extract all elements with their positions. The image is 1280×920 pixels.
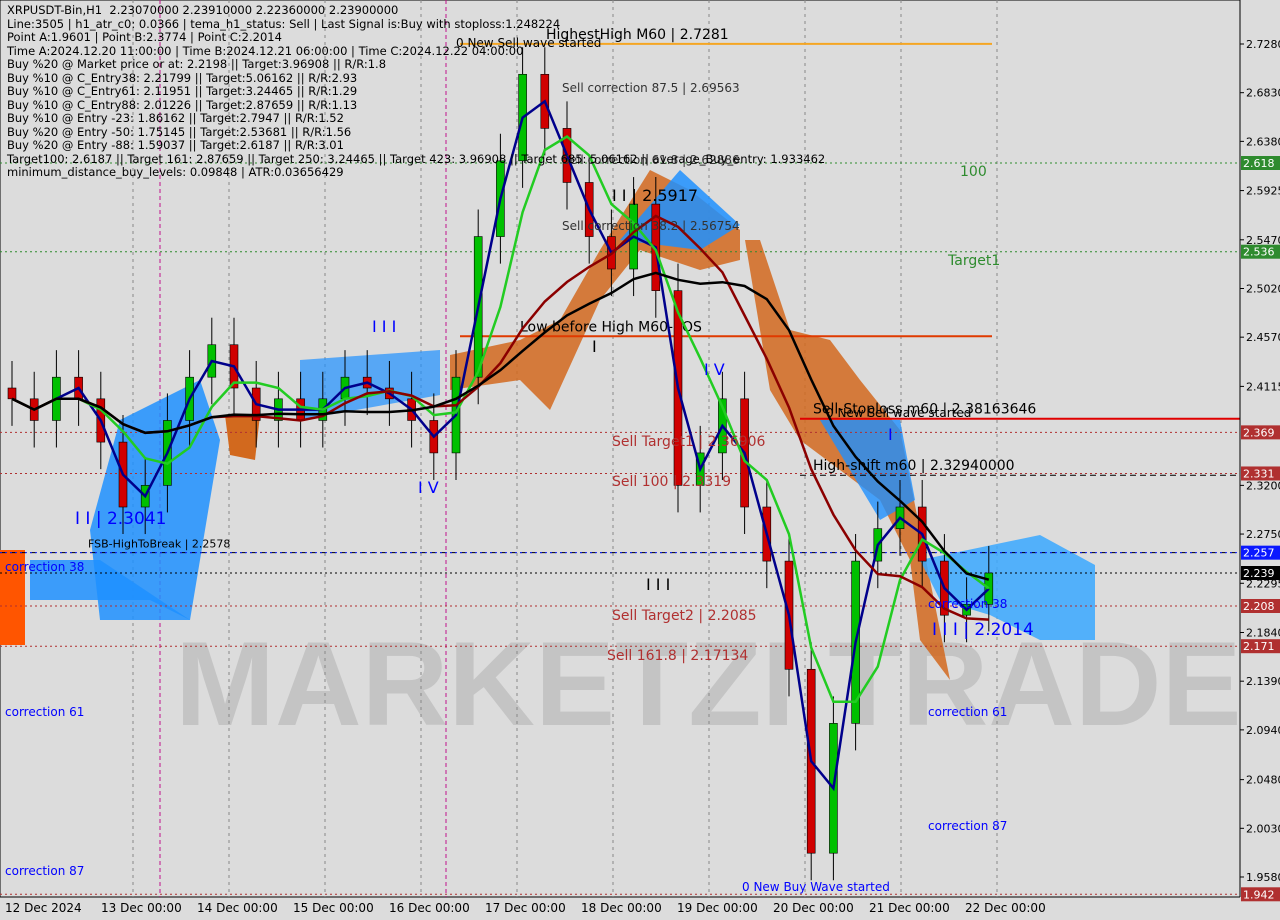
info-line: Time A:2024.12.20 11:00:00 | Time B:2024… bbox=[7, 43, 524, 58]
y-tick-label: 2.0940 bbox=[1246, 724, 1280, 737]
price-badge-label: 2.369 bbox=[1243, 426, 1275, 439]
wave-label: I V bbox=[704, 360, 725, 379]
ichimoku-cloud bbox=[225, 415, 260, 460]
price-badge-label: 2.257 bbox=[1243, 547, 1275, 560]
chart-annotation: 0 New Buy Wave started bbox=[742, 880, 890, 894]
x-tick-label: 16 Dec 00:00 bbox=[389, 901, 470, 915]
info-line: Buy %20 @ Entry -88: 1.59037 || Target:2… bbox=[7, 138, 344, 152]
chart-annotation: I I | 2.3041 bbox=[75, 509, 166, 529]
x-tick-label: 18 Dec 00:00 bbox=[581, 901, 662, 915]
chart-annotation: Sell Target1 | 2.36906 bbox=[612, 434, 766, 450]
info-line: Buy %20 @ Market price or at: 2.2198 || … bbox=[7, 57, 387, 71]
y-tick-label: 2.5020 bbox=[1246, 282, 1280, 295]
chart-annotation: I I I | 2.2014 bbox=[932, 620, 1034, 640]
price-badge-label: 2.208 bbox=[1243, 600, 1275, 613]
chart-annotation: correction 38 bbox=[5, 560, 84, 574]
chart-annotation: Target1 bbox=[947, 253, 1000, 269]
candle-body bbox=[7, 387, 17, 400]
info-line: Target100: 2.6187 || Target 161: 2.87659… bbox=[7, 151, 826, 166]
price-badge-label: 2.536 bbox=[1243, 246, 1275, 259]
price-badge-label: 2.171 bbox=[1243, 640, 1275, 653]
x-tick-label: 12 Dec 2024 bbox=[5, 901, 82, 915]
chart-annotation: correction 61 bbox=[928, 705, 1007, 719]
chart-annotation: correction 61 bbox=[5, 705, 84, 719]
y-tick-label: 2.4570 bbox=[1246, 331, 1280, 344]
info-line: Buy %10 @ C_Entry61: 2.11951 || Target:3… bbox=[7, 84, 358, 98]
y-tick-label: 1.9580 bbox=[1246, 871, 1280, 884]
y-tick-label: 2.5925 bbox=[1246, 185, 1280, 198]
level-label: FSB-HighToBreak | 2.2578 bbox=[88, 538, 230, 551]
chart-annotation: I I | 2.5917 bbox=[612, 186, 698, 205]
chart-annotation: Sell 161.8 | 2.17134 bbox=[607, 648, 748, 664]
info-line: minimum_distance_buy_levels: 0.09848 | A… bbox=[7, 165, 344, 179]
y-tick-label: 2.1390 bbox=[1246, 675, 1280, 688]
wave-label: I V bbox=[418, 478, 439, 497]
chart-annotation: 0 New Sell wave started bbox=[826, 406, 971, 420]
chart-annotation: correction 87 bbox=[5, 864, 84, 878]
info-line: Buy %10 @ C_Entry38: 2.21799 || Target:5… bbox=[7, 70, 358, 85]
info-line: Buy %10 @ Entry -23: 1.86162 || Target:2… bbox=[7, 111, 344, 125]
x-tick-label: 19 Dec 00:00 bbox=[677, 901, 758, 915]
chart-annotation: Sell 100 | 2.3319 bbox=[612, 474, 731, 490]
x-tick-label: 14 Dec 00:00 bbox=[197, 901, 278, 915]
y-tick-label: 2.7280 bbox=[1246, 38, 1280, 51]
price-badge-label: 1.942 bbox=[1243, 888, 1275, 901]
info-line: Line:3505 | h1_atr_c0: 0.0366 | tema_h1_… bbox=[7, 16, 561, 31]
y-tick-label: 2.2750 bbox=[1246, 528, 1280, 541]
price-badge-label: 2.239 bbox=[1243, 567, 1275, 580]
price-badge-label: 2.331 bbox=[1243, 467, 1275, 480]
info-line: Buy %20 @ Entry -50: 1.75145 || Target:2… bbox=[7, 124, 352, 139]
x-tick-label: 20 Dec 00:00 bbox=[773, 901, 854, 915]
info-line: Buy %10 @ C_Entry88: 2.01226 || Target:2… bbox=[7, 97, 358, 112]
chart-annotation: 100 bbox=[960, 164, 987, 180]
wave-label: I bbox=[592, 337, 597, 356]
wave-label: I bbox=[888, 425, 893, 444]
chart-annotation: Sell correction 38.2 | 2.56754 bbox=[562, 219, 740, 233]
info-line: Point A:1.9601 | Point B:2.3774 | Point … bbox=[7, 30, 282, 44]
x-tick-label: 21 Dec 00:00 bbox=[869, 901, 950, 915]
y-tick-label: 2.1840 bbox=[1246, 626, 1280, 639]
wave-label: I I I bbox=[646, 575, 670, 594]
y-tick-label: 2.3200 bbox=[1246, 479, 1280, 492]
y-tick-label: 2.0480 bbox=[1246, 774, 1280, 787]
chart-annotation: Sell Target2 | 2.2085 bbox=[612, 608, 757, 624]
y-tick-label: 2.6830 bbox=[1246, 87, 1280, 100]
x-tick-label: 22 Dec 00:00 bbox=[965, 901, 1046, 915]
x-tick-label: 15 Dec 00:00 bbox=[293, 901, 374, 915]
price-badge-label: 2.618 bbox=[1243, 157, 1275, 170]
y-tick-label: 2.0030 bbox=[1246, 822, 1280, 835]
wave-label: I I I bbox=[372, 317, 396, 336]
info-line: XRPUSDT-Bin,H1 2.23070000 2.23910000 2.2… bbox=[7, 3, 399, 17]
x-tick-label: 17 Dec 00:00 bbox=[485, 901, 566, 915]
chart-annotation: correction 38 bbox=[928, 597, 1007, 611]
chart-annotation: correction 87 bbox=[928, 819, 1007, 833]
level-label: High-shift m60 | 2.32940000 bbox=[813, 458, 1015, 474]
y-tick-label: 2.4115 bbox=[1246, 380, 1280, 393]
info-panel: XRPUSDT-Bin,H1 2.23070000 2.23910000 2.2… bbox=[7, 3, 826, 180]
x-tick-label: 13 Dec 00:00 bbox=[101, 901, 182, 915]
y-tick-label: 2.6380 bbox=[1246, 135, 1280, 148]
